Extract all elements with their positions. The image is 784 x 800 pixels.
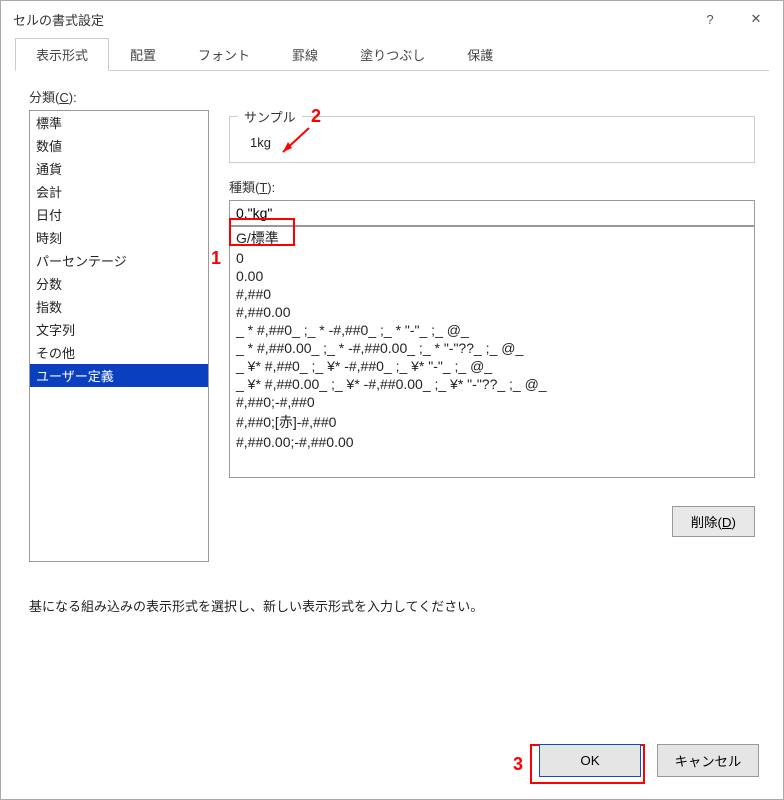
category-listbox[interactable]: 標準数値通貨会計日付時刻パーセンテージ分数指数文字列その他ユーザー定義 (29, 110, 209, 562)
tab-保護[interactable]: 保護 (446, 38, 514, 71)
dialog-buttons: OK キャンセル (539, 744, 759, 777)
annotation-3: 3 (513, 754, 523, 775)
format-cells-dialog: セルの書式設定 ? ✕ 表示形式配置フォント罫線塗りつぶし保護 分類(C): 標… (0, 0, 784, 800)
format-item[interactable]: G/標準 (230, 227, 754, 249)
category-item[interactable]: 日付 (30, 203, 208, 226)
right-panel: サンプル 1kg 種類(T): G/標準00.00#,##0#,##0.00_ … (229, 110, 755, 537)
format-item[interactable]: 0.00 (230, 267, 754, 285)
category-item[interactable]: 時刻 (30, 226, 208, 249)
category-item[interactable]: 文字列 (30, 318, 208, 341)
format-item[interactable]: #,##0;-#,##0 (230, 393, 754, 411)
delete-button[interactable]: 削除(D) (672, 506, 755, 537)
tab-フォント[interactable]: フォント (177, 38, 271, 71)
titlebar: セルの書式設定 ? ✕ (1, 1, 783, 37)
format-item[interactable]: _ ¥* #,##0_ ;_ ¥* -#,##0_ ;_ ¥* "-"_ ;_ … (230, 357, 754, 375)
category-item[interactable]: その他 (30, 341, 208, 364)
cancel-button[interactable]: キャンセル (657, 744, 759, 777)
format-item[interactable]: #,##0 (230, 285, 754, 303)
close-icon[interactable]: ✕ (733, 4, 779, 34)
type-label: 種類(T): (229, 177, 755, 196)
format-item[interactable]: _ * #,##0.00_ ;_ * -#,##0.00_ ;_ * "-"??… (230, 339, 754, 357)
window-title: セルの書式設定 (13, 10, 687, 29)
tab-content: 分類(C): 標準数値通貨会計日付時刻パーセンテージ分数指数文字列その他ユーザー… (1, 71, 783, 799)
format-item[interactable]: _ ¥* #,##0.00_ ;_ ¥* -#,##0.00_ ;_ ¥* "-… (230, 375, 754, 393)
format-item[interactable]: 0 (230, 249, 754, 267)
category-item[interactable]: 数値 (30, 134, 208, 157)
format-item[interactable]: _ * #,##0_ ;_ * -#,##0_ ;_ * "-"_ ;_ @_ (230, 321, 754, 339)
annotation-1: 1 (211, 248, 221, 269)
tabs: 表示形式配置フォント罫線塗りつぶし保護 (15, 37, 769, 71)
category-item[interactable]: ユーザー定義 (30, 364, 208, 387)
category-label: 分類(C): (29, 87, 755, 106)
sample-legend: サンプル (238, 107, 302, 126)
category-item[interactable]: 通貨 (30, 157, 208, 180)
tab-配置[interactable]: 配置 (109, 38, 177, 71)
category-item[interactable]: 分数 (30, 272, 208, 295)
format-item[interactable]: #,##0.00;-#,##0.00 (230, 433, 754, 451)
format-item[interactable]: #,##0.00 (230, 303, 754, 321)
sample-value: 1kg (244, 135, 740, 150)
tab-表示形式[interactable]: 表示形式 (15, 38, 109, 71)
hint-text: 基になる組み込みの表示形式を選択し、新しい表示形式を入力してください。 (29, 596, 755, 615)
tab-罫線[interactable]: 罫線 (271, 38, 339, 71)
tab-塗りつぶし[interactable]: 塗りつぶし (339, 38, 446, 71)
sample-box: サンプル 1kg (229, 116, 755, 163)
category-item[interactable]: パーセンテージ (30, 249, 208, 272)
ok-button[interactable]: OK (539, 744, 641, 777)
help-icon[interactable]: ? (687, 4, 733, 34)
format-item[interactable]: #,##0;[赤]-#,##0 (230, 411, 754, 433)
format-list[interactable]: G/標準00.00#,##0#,##0.00_ * #,##0_ ;_ * -#… (229, 226, 755, 478)
type-input[interactable] (229, 200, 755, 226)
category-item[interactable]: 会計 (30, 180, 208, 203)
category-item[interactable]: 標準 (30, 111, 208, 134)
category-item[interactable]: 指数 (30, 295, 208, 318)
